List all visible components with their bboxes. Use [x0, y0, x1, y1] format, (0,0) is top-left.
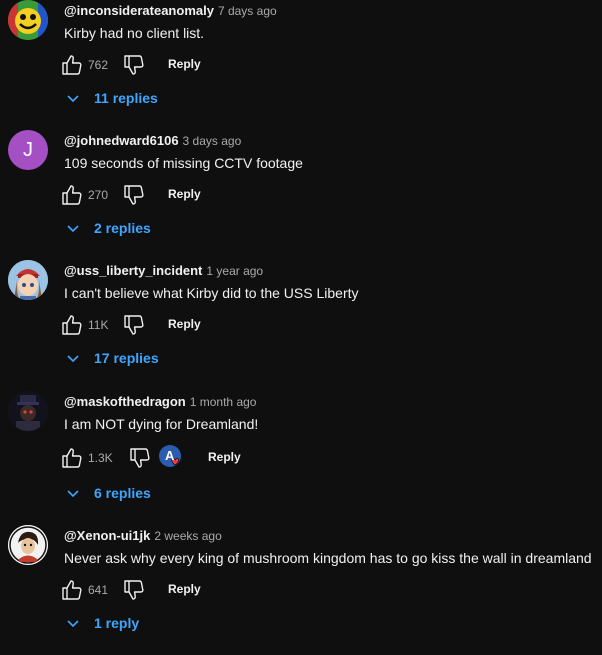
comment-header: @inconsiderateanomaly 7 days ago: [64, 3, 277, 18]
avatar-letter: J: [23, 138, 33, 161]
avatar[interactable]: [8, 0, 48, 40]
thumbs-down-icon: [124, 55, 144, 75]
comment-item: @inconsiderateanomaly 7 days ago Kirby ha…: [0, 0, 602, 130]
avatar-image: [8, 525, 48, 565]
comment-actions: 11K Reply: [60, 313, 600, 337]
comment-text: Kirby had no client list.: [64, 25, 205, 41]
avatar[interactable]: J: [8, 130, 48, 170]
author-name[interactable]: @uss_liberty_incident: [64, 263, 202, 278]
thumbs-up-icon: [62, 315, 82, 335]
view-replies-button[interactable]: 2 replies: [64, 219, 174, 239]
comment-item: @maskofthedragon 1 month ago I am NOT dyi…: [0, 391, 602, 521]
avatar[interactable]: [8, 525, 48, 565]
author-name[interactable]: @maskofthedragon: [64, 394, 186, 409]
comment-header: @Xenon-ui1jk 2 weeks ago: [64, 528, 222, 543]
timestamp[interactable]: 1 month ago: [190, 395, 257, 409]
reply-button[interactable]: Reply: [208, 450, 241, 464]
replies-count: 17 replies: [94, 350, 159, 366]
dislike-button[interactable]: [122, 183, 146, 207]
creator-heart-letter: A: [165, 448, 175, 463]
timestamp[interactable]: 1 year ago: [206, 264, 263, 278]
like-button[interactable]: [60, 578, 84, 602]
timestamp[interactable]: 7 days ago: [218, 4, 277, 18]
replies-count: 2 replies: [94, 220, 151, 236]
comment-header: @johnedward6106 3 days ago: [64, 133, 241, 148]
thumbs-down-icon: [124, 315, 144, 335]
comment-text: Never ask why every king of mushroom kin…: [64, 550, 592, 566]
replies-count: 11 replies: [94, 90, 158, 106]
chevron-down-icon: [67, 355, 79, 363]
view-replies-button[interactable]: 17 replies: [64, 349, 184, 369]
avatar-image: [8, 391, 48, 431]
comment-actions: 641 Reply: [60, 578, 600, 602]
like-button[interactable]: [60, 446, 84, 470]
dislike-button[interactable]: [122, 313, 146, 337]
like-count: 270: [88, 188, 109, 202]
reply-button[interactable]: Reply: [168, 57, 201, 71]
replies-count: 1 reply: [94, 615, 140, 631]
avatar[interactable]: [8, 260, 48, 300]
like-count: 11K: [88, 318, 109, 332]
comment-header: @uss_liberty_incident 1 year ago: [64, 263, 263, 278]
thumbs-down-icon: [124, 580, 144, 600]
avatar[interactable]: [8, 391, 48, 431]
comment-header: @maskofthedragon 1 month ago: [64, 394, 256, 409]
author-name[interactable]: @inconsiderateanomaly: [64, 3, 214, 18]
chevron-down-icon: [67, 95, 79, 103]
dislike-button[interactable]: [128, 446, 152, 470]
timestamp[interactable]: 2 weeks ago: [154, 529, 221, 543]
avatar-image: [8, 0, 48, 40]
thumbs-up-icon: [62, 55, 82, 75]
comment-actions: 762 Reply: [60, 53, 600, 77]
timestamp[interactable]: 3 days ago: [183, 134, 242, 148]
author-name[interactable]: @johnedward6106: [64, 133, 179, 148]
view-replies-button[interactable]: 6 replies: [64, 484, 174, 504]
reply-button[interactable]: Reply: [168, 317, 201, 331]
comment-actions: 270 Reply: [60, 183, 600, 207]
thumbs-down-icon: [130, 448, 150, 468]
dislike-button[interactable]: [122, 578, 146, 602]
dislike-button[interactable]: [122, 53, 146, 77]
reply-button[interactable]: Reply: [168, 187, 201, 201]
comment-text: I am NOT dying for Dreamland!: [64, 416, 259, 432]
chevron-down-icon: [67, 225, 79, 233]
view-replies-button[interactable]: 1 reply: [64, 614, 164, 634]
view-replies-button[interactable]: 11 replies: [64, 89, 184, 109]
avatar-image: [8, 260, 48, 300]
thumbs-up-icon: [62, 448, 82, 468]
author-name[interactable]: @Xenon-ui1jk: [64, 528, 150, 543]
like-button[interactable]: [60, 313, 84, 337]
like-button[interactable]: [60, 53, 84, 77]
reply-button[interactable]: Reply: [168, 582, 201, 596]
chevron-down-icon: [67, 490, 79, 498]
replies-count: 6 replies: [94, 485, 151, 501]
like-button[interactable]: [60, 183, 84, 207]
like-count: 641: [88, 583, 109, 597]
comment-item: @Xenon-ui1jk 2 weeks ago Never ask why ev…: [0, 525, 602, 655]
like-count: 762: [88, 58, 109, 72]
comment-item: @uss_liberty_incident 1 year ago I can't …: [0, 260, 602, 390]
creator-heart-badge: A: [158, 444, 186, 472]
like-count: 1.3K: [88, 451, 113, 465]
comment-text: I can't believe what Kirby did to the US…: [64, 285, 359, 301]
comment-text: 109 seconds of missing CCTV footage: [64, 155, 303, 171]
thumbs-down-icon: [124, 185, 144, 205]
chevron-down-icon: [67, 620, 79, 628]
comment-item: J @johnedward6106 3 days ago 109 seconds …: [0, 130, 602, 260]
comment-actions: 1.3K A Reply: [60, 444, 600, 472]
thumbs-up-icon: [62, 580, 82, 600]
thumbs-up-icon: [62, 185, 82, 205]
